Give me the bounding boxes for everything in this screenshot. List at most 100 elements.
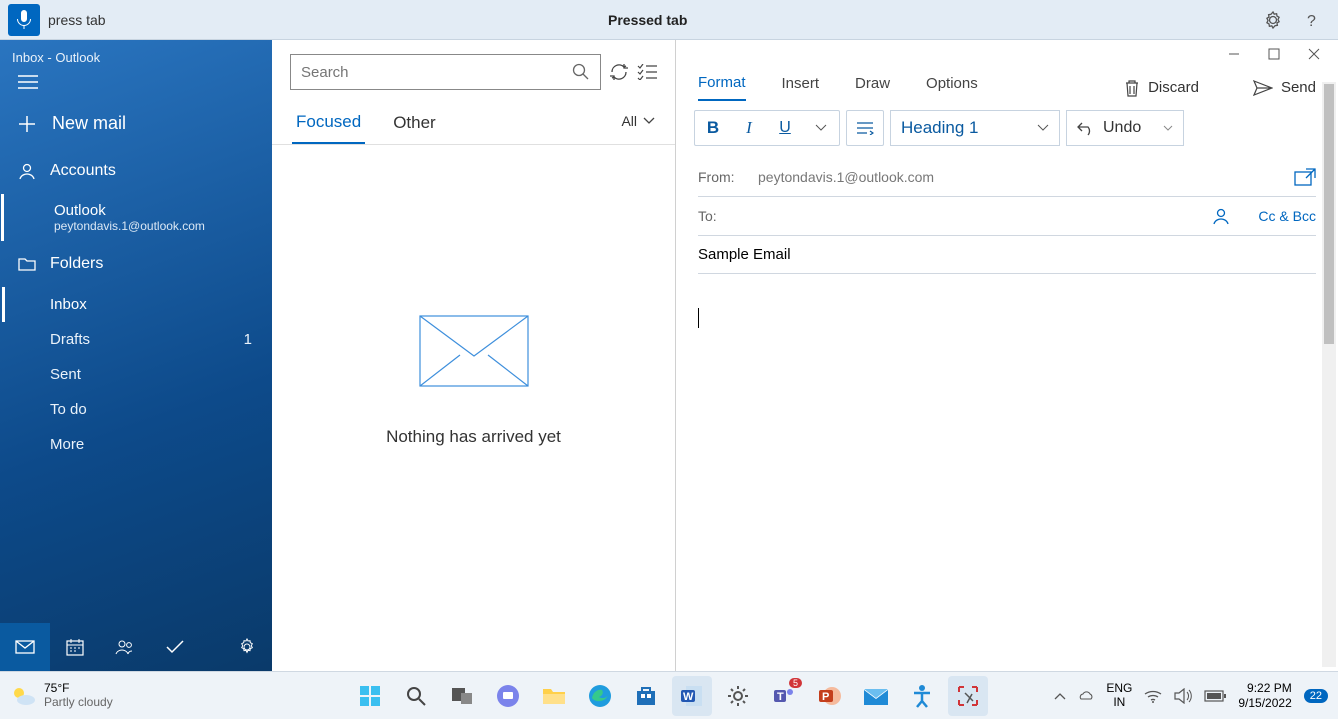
account-name: Outlook bbox=[54, 202, 254, 219]
contacts-icon[interactable] bbox=[1212, 207, 1230, 225]
search-box[interactable] bbox=[290, 54, 601, 90]
refresh-icon bbox=[609, 62, 629, 82]
powerpoint-button[interactable]: P bbox=[810, 676, 850, 716]
mic-button[interactable] bbox=[8, 4, 40, 36]
notification-count[interactable]: 22 bbox=[1304, 689, 1328, 703]
wifi-icon[interactable] bbox=[1144, 689, 1162, 703]
paragraph-button[interactable] bbox=[847, 111, 883, 145]
chat-button[interactable] bbox=[488, 676, 528, 716]
explorer-button[interactable] bbox=[534, 676, 574, 716]
close-button[interactable] bbox=[1308, 48, 1320, 60]
hamburger-button[interactable] bbox=[0, 75, 272, 99]
mail-icon bbox=[15, 640, 35, 654]
compose-scrollbar[interactable] bbox=[1322, 82, 1336, 667]
voice-input-text[interactable]: press tab bbox=[48, 12, 608, 28]
undo-label: Undo bbox=[1103, 119, 1141, 137]
underline-button[interactable]: U bbox=[767, 111, 803, 145]
account-email: peytondavis.1@outlook.com bbox=[54, 219, 254, 233]
bold-button[interactable]: B bbox=[695, 111, 731, 145]
start-button[interactable] bbox=[350, 676, 390, 716]
settings-button[interactable] bbox=[222, 623, 272, 671]
mail-app-taskbar-button[interactable] bbox=[856, 676, 896, 716]
from-value[interactable]: peytondavis.1@outlook.com bbox=[758, 169, 934, 185]
onedrive-icon[interactable] bbox=[1078, 688, 1094, 704]
undo-group[interactable]: Undo bbox=[1066, 110, 1184, 146]
font-more-button[interactable] bbox=[803, 111, 839, 145]
message-body[interactable] bbox=[676, 278, 1338, 363]
folders-header[interactable]: Folders bbox=[0, 241, 272, 287]
settings-gear-icon[interactable] bbox=[1264, 11, 1282, 29]
folder-more[interactable]: More bbox=[50, 427, 272, 462]
mail-app-button[interactable] bbox=[0, 623, 50, 671]
compose-tab-options[interactable]: Options bbox=[926, 75, 978, 100]
folder-sent[interactable]: Sent bbox=[50, 357, 272, 392]
search-input[interactable] bbox=[301, 64, 572, 81]
accounts-header[interactable]: Accounts bbox=[0, 148, 272, 194]
tab-focused[interactable]: Focused bbox=[292, 106, 365, 144]
store-button[interactable] bbox=[626, 676, 666, 716]
plus-icon bbox=[18, 115, 36, 133]
tray-overflow-icon[interactable] bbox=[1054, 692, 1066, 700]
calendar-app-button[interactable] bbox=[50, 623, 100, 671]
edge-button[interactable] bbox=[580, 676, 620, 716]
date: 9/15/2022 bbox=[1238, 696, 1291, 710]
italic-button[interactable]: I bbox=[731, 111, 767, 145]
ccbcc-button[interactable]: Cc & Bcc bbox=[1258, 208, 1316, 224]
volume-icon[interactable] bbox=[1174, 688, 1192, 704]
battery-icon[interactable] bbox=[1204, 690, 1226, 702]
account-item[interactable]: Outlook peytondavis.1@outlook.com bbox=[1, 194, 272, 241]
envelope-icon bbox=[419, 315, 529, 387]
sync-button[interactable] bbox=[609, 62, 629, 82]
svg-text:W: W bbox=[683, 691, 694, 703]
weather-icon bbox=[10, 684, 36, 708]
folder-drafts[interactable]: Drafts1 bbox=[50, 322, 272, 357]
voice-command-bar: press tab Pressed tab ? bbox=[0, 0, 1338, 40]
todo-app-button[interactable] bbox=[150, 623, 200, 671]
popout-icon[interactable] bbox=[1294, 168, 1316, 186]
font-format-group: B I U bbox=[694, 110, 840, 146]
clock[interactable]: 9:22 PM 9/15/2022 bbox=[1238, 681, 1291, 710]
language-indicator[interactable]: ENG IN bbox=[1106, 682, 1132, 708]
search-taskbar-button[interactable] bbox=[396, 676, 436, 716]
new-mail-button[interactable]: New mail bbox=[0, 99, 272, 148]
compose-tab-format[interactable]: Format bbox=[698, 74, 746, 101]
style-select[interactable]: Heading 1 bbox=[890, 110, 1060, 146]
accessibility-button[interactable] bbox=[902, 676, 942, 716]
new-mail-label: New mail bbox=[52, 113, 126, 134]
select-mode-button[interactable] bbox=[637, 64, 657, 80]
taskview-button[interactable] bbox=[442, 676, 482, 716]
settings-app-button[interactable] bbox=[718, 676, 758, 716]
people-icon bbox=[115, 639, 135, 655]
send-button[interactable]: Send bbox=[1253, 79, 1316, 96]
scrollbar-thumb[interactable] bbox=[1324, 84, 1334, 344]
app-content: Inbox - Outlook New mail Accounts Outloo… bbox=[0, 40, 1338, 671]
help-icon[interactable]: ? bbox=[1302, 11, 1320, 29]
subject-field[interactable]: Sample Email bbox=[698, 236, 1316, 274]
style-select-value: Heading 1 bbox=[901, 118, 979, 138]
word-button[interactable]: W bbox=[672, 676, 712, 716]
powerpoint-icon: P bbox=[818, 684, 842, 708]
folder-todo[interactable]: To do bbox=[50, 392, 272, 427]
snipping-button[interactable] bbox=[948, 676, 988, 716]
people-app-button[interactable] bbox=[100, 623, 150, 671]
teams-button[interactable]: T5 bbox=[764, 676, 804, 716]
trash-icon bbox=[1124, 79, 1140, 97]
person-standing-icon bbox=[911, 684, 933, 708]
badge: 5 bbox=[789, 678, 802, 688]
discard-button[interactable]: Discard bbox=[1124, 79, 1199, 97]
undo-icon bbox=[1077, 120, 1095, 136]
compose-tab-draw[interactable]: Draw bbox=[855, 75, 890, 100]
to-row[interactable]: To: Cc & Bcc bbox=[698, 197, 1316, 236]
folder-inbox[interactable]: Inbox bbox=[2, 287, 272, 322]
filter-dropdown[interactable]: All bbox=[621, 113, 655, 137]
edge-icon bbox=[588, 684, 612, 708]
folder-icon bbox=[18, 256, 36, 272]
tab-other[interactable]: Other bbox=[389, 107, 440, 143]
maximize-button[interactable] bbox=[1268, 48, 1280, 60]
weather-widget[interactable]: 75°F Partly cloudy bbox=[10, 682, 113, 708]
discard-label: Discard bbox=[1148, 79, 1199, 96]
from-row: From: peytondavis.1@outlook.com bbox=[698, 158, 1316, 197]
compose-tab-insert[interactable]: Insert bbox=[782, 75, 820, 100]
minimize-button[interactable] bbox=[1228, 48, 1240, 60]
send-label: Send bbox=[1281, 79, 1316, 96]
